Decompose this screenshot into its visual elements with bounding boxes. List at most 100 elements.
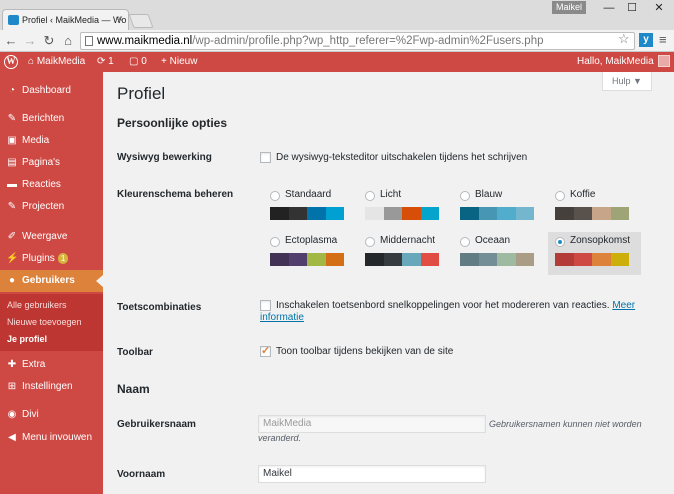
color-scheme-name: Zonsopkomst bbox=[570, 235, 631, 246]
close-window-button[interactable]: ✕ bbox=[648, 1, 670, 15]
color-scheme-radio[interactable] bbox=[270, 191, 280, 201]
sidebar-item-reacties[interactable]: ▬ Reacties bbox=[0, 174, 103, 196]
sidebar-item-berichten[interactable]: ✎ Berichten bbox=[0, 108, 103, 130]
color-swatch bbox=[497, 253, 516, 266]
back-arrow-icon[interactable]: ← bbox=[3, 33, 19, 49]
color-swatch bbox=[383, 207, 402, 220]
color-scheme-option[interactable]: Zonsopkomst bbox=[548, 232, 641, 275]
sidebar-item-weergave[interactable]: ✐ Weergave bbox=[0, 226, 103, 248]
wp-admin-bar: W ⌂ MaikMedia ⟳ 1 ▢ 0 + Nieuw Hallo, Mai… bbox=[0, 52, 674, 72]
tab-close-icon[interactable]: × bbox=[117, 10, 123, 30]
color-scheme-option[interactable]: Oceaan bbox=[453, 232, 546, 275]
color-swatch bbox=[515, 207, 534, 220]
submenu-add-new[interactable]: Nieuwe toevoegen bbox=[7, 317, 82, 327]
divi-icon: ◉ bbox=[7, 409, 17, 420]
sidebar-item-projecten[interactable]: ✎ Projecten bbox=[0, 196, 103, 218]
color-scheme-radio[interactable] bbox=[460, 191, 470, 201]
color-swatch bbox=[592, 253, 611, 266]
color-swatch-row bbox=[270, 207, 344, 220]
minimize-button[interactable]: — bbox=[598, 1, 620, 15]
users-submenu: Alle gebruikers Nieuwe toevoegen Je prof… bbox=[0, 294, 103, 351]
bookmark-star-icon[interactable]: ☆ bbox=[618, 31, 630, 47]
color-scheme-radio[interactable] bbox=[365, 191, 375, 201]
comments-icon: ▬ bbox=[7, 179, 17, 190]
sidebar-item-label: Dashboard bbox=[22, 85, 71, 96]
more-info-link-2[interactable]: informatie bbox=[260, 312, 304, 323]
sidebar-item-media[interactable]: ▣ Media bbox=[0, 130, 103, 152]
sidebar-item-plugins[interactable]: ⚡ Plugins 1 bbox=[0, 248, 103, 270]
color-swatch bbox=[478, 207, 497, 220]
wysiwyg-checkbox[interactable] bbox=[260, 152, 271, 163]
more-info-link[interactable]: Meer bbox=[612, 300, 635, 311]
username-description-2: veranderd. bbox=[258, 433, 302, 443]
sidebar-item-divi[interactable]: ◉ Divi bbox=[0, 404, 103, 426]
submenu-your-profile[interactable]: Je profiel bbox=[7, 334, 47, 344]
color-scheme-option[interactable]: Middernacht bbox=[358, 232, 451, 275]
sidebar-item-collapse[interactable]: ◀ Menu invouwen bbox=[0, 427, 103, 449]
color-swatch bbox=[402, 253, 421, 266]
comment-icon: ▢ bbox=[129, 56, 142, 67]
color-scheme-option[interactable]: Licht bbox=[358, 186, 451, 229]
color-swatch bbox=[325, 207, 344, 220]
color-scheme-option[interactable]: Standaard bbox=[263, 186, 356, 229]
color-scheme-name: Koffie bbox=[570, 189, 596, 200]
color-scheme-option[interactable]: Blauw bbox=[453, 186, 546, 229]
color-swatch bbox=[573, 207, 592, 220]
browser-tab[interactable]: Profiel ‹ MaikMedia — Wo × bbox=[2, 9, 129, 30]
color-scheme-radio[interactable] bbox=[555, 191, 565, 201]
sidebar-item-extra[interactable]: ✚ Extra bbox=[0, 354, 103, 376]
color-scheme-radio[interactable] bbox=[270, 237, 280, 247]
new-tab-button[interactable] bbox=[128, 14, 154, 28]
home-icon: ⌂ bbox=[28, 56, 37, 67]
sidebar-item-dashboard[interactable]: ◔ Dashboard bbox=[0, 80, 103, 102]
tab-title: Profiel ‹ MaikMedia — Wo bbox=[22, 15, 127, 25]
home-icon[interactable]: ⌂ bbox=[60, 33, 76, 49]
username-label: Gebruikersnaam bbox=[117, 419, 196, 430]
sidebar-item-instellingen[interactable]: ⊞ Instellingen bbox=[0, 376, 103, 398]
sidebar-item-label: Extra bbox=[22, 359, 46, 370]
section-personal-options: Persoonlijke opties bbox=[117, 116, 228, 130]
wordpress-logo-icon[interactable]: W bbox=[4, 55, 18, 69]
firstname-input[interactable]: Maikel bbox=[258, 465, 486, 483]
color-swatch bbox=[402, 207, 421, 220]
sidebar-item-gebruikers[interactable]: ● Gebruikers bbox=[0, 270, 103, 292]
site-name: MaikMedia bbox=[36, 56, 86, 67]
color-swatch bbox=[478, 253, 497, 266]
new-content-link[interactable]: + Nieuw bbox=[161, 52, 197, 72]
extension-y-icon[interactable]: y bbox=[639, 33, 653, 47]
pin-icon: ✎ bbox=[7, 201, 17, 212]
browser-titlebar: Profiel ‹ MaikMedia — Wo × Maikel — ☐ ✕ bbox=[0, 0, 674, 30]
updates-link[interactable]: ⟳ 1 bbox=[97, 52, 114, 72]
help-tab-button[interactable]: Hulp ▼ bbox=[602, 72, 652, 91]
color-scheme-radio[interactable] bbox=[460, 237, 470, 247]
sidebar-item-label: Reacties bbox=[22, 179, 61, 190]
forward-arrow-icon[interactable]: → bbox=[22, 33, 38, 49]
color-swatch bbox=[365, 207, 384, 220]
color-swatch-row bbox=[555, 207, 629, 220]
color-scheme-name: Middernacht bbox=[380, 235, 436, 246]
browser-menu-icon[interactable]: ≡ bbox=[659, 32, 667, 47]
color-swatch bbox=[515, 253, 534, 266]
browser-profile-button[interactable]: Maikel bbox=[552, 1, 586, 14]
maximize-button[interactable]: ☐ bbox=[621, 1, 643, 15]
color-swatch bbox=[383, 253, 402, 266]
account-menu[interactable]: Hallo, MaikMedia bbox=[577, 52, 670, 72]
pages-icon: ▤ bbox=[7, 157, 17, 168]
toolbar-label: Toolbar bbox=[117, 347, 153, 358]
comments-link[interactable]: ▢ 0 bbox=[129, 52, 147, 72]
reload-icon[interactable]: ↻ bbox=[41, 33, 57, 49]
brush-icon: ✐ bbox=[7, 231, 17, 242]
toolbar-checkbox[interactable] bbox=[260, 344, 271, 357]
shortcuts-checkbox[interactable] bbox=[260, 300, 271, 311]
color-swatch bbox=[610, 207, 629, 220]
sidebar-item-paginas[interactable]: ▤ Pagina's bbox=[0, 152, 103, 174]
site-name-link[interactable]: ⌂ MaikMedia bbox=[28, 52, 85, 72]
color-scheme-radio[interactable] bbox=[555, 237, 565, 247]
tools-icon: ✚ bbox=[7, 359, 17, 370]
sidebar-item-label: Menu invouwen bbox=[22, 432, 93, 443]
color-scheme-radio[interactable] bbox=[365, 237, 375, 247]
submenu-all-users[interactable]: Alle gebruikers bbox=[7, 300, 67, 310]
color-scheme-option[interactable]: Ectoplasma bbox=[263, 232, 356, 275]
address-bar[interactable]: www.maikmedia.nl/wp-admin/profile.php?wp… bbox=[80, 32, 635, 50]
color-scheme-option[interactable]: Koffie bbox=[548, 186, 641, 229]
